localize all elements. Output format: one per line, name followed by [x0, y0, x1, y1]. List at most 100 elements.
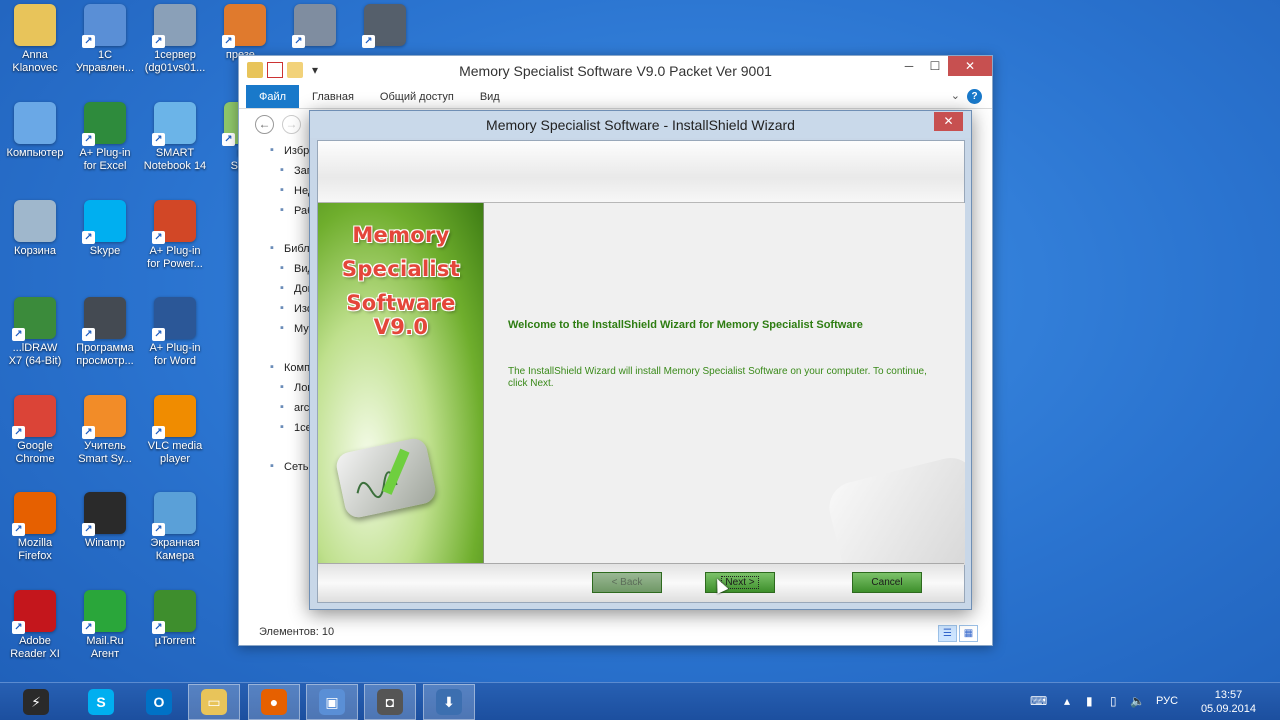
desktop-icon[interactable]: A+ Plug-in for Excel [70, 102, 140, 173]
computer-icon [14, 102, 56, 144]
network-icon: ▪ [270, 460, 274, 472]
nav-item-label: Избр [284, 144, 310, 157]
forward-arrow-icon[interactable]: → [282, 115, 301, 134]
installshield-wizard-dialog: Memory Specialist Software - InstallShie… [309, 110, 972, 610]
desktop-icon[interactable] [350, 4, 420, 49]
tab-view[interactable]: Вид [467, 85, 513, 108]
desktop-icon-label: Компьютер [6, 147, 64, 159]
tab-home[interactable]: Главная [299, 85, 367, 108]
desktop-icon[interactable]: Anna Klanovec [0, 4, 70, 75]
winamp-icon [82, 492, 126, 536]
desktop-icon[interactable]: Google Chrome [0, 395, 70, 466]
nav-item[interactable]: ▪ 1се [275, 421, 312, 434]
clock-date: 05.09.2014 [1200, 703, 1256, 715]
tab-file[interactable]: Файл [246, 85, 300, 108]
desktop-icon[interactable]: ...lDRAW X7 (64-Bit) [0, 297, 70, 368]
desktop-icon[interactable]: Программа просмотр... [70, 297, 140, 368]
cancel-button-label: Cancel [871, 577, 903, 588]
music-icon: ▪ [280, 322, 284, 334]
nav-item[interactable]: ▪ Му [275, 322, 309, 335]
taskbar-item[interactable]: ▣ [306, 684, 358, 720]
desktop-icon[interactable]: Winamp [70, 492, 140, 550]
details-view-icon[interactable]: ☰ [938, 625, 957, 642]
signal-icon[interactable]: ▮ [1086, 694, 1093, 708]
desktop-icon[interactable]: Компьютер [0, 102, 70, 160]
nav-item-label: Библ [284, 242, 310, 255]
desktop-icon[interactable]: SMART Notebook 14 [140, 102, 210, 173]
taskbar-item[interactable]: S [75, 684, 127, 720]
nav-item[interactable]: ▪ Сеть [265, 460, 308, 473]
user-folder-icon [14, 4, 56, 46]
keyboard-icon[interactable]: ⌨ [1030, 694, 1047, 708]
desktop-icon[interactable]: A+ Plug-in for Word [140, 297, 210, 368]
taskbar-item[interactable]: ● [248, 684, 300, 720]
taskbar-item[interactable]: ▭ [188, 684, 240, 720]
back-button-label: < Back [611, 577, 643, 588]
wizard-titlebar[interactable]: Memory Specialist Software - InstallShie… [310, 111, 971, 138]
desktop-icon[interactable]: A+ Plug-in for Power... [140, 200, 210, 271]
back-arrow-icon[interactable]: ← [255, 115, 274, 134]
utorrent-icon [152, 590, 196, 634]
videos-icon: ▪ [280, 262, 284, 274]
desktop-icon[interactable]: Mozilla Firefox [0, 492, 70, 563]
desktop-icon[interactable]: презе... [210, 4, 280, 62]
volume-icon[interactable]: 🔈 [1130, 694, 1145, 708]
desktop-icon[interactable]: 1С Управлен... [70, 4, 140, 75]
desktop-icon[interactable]: µTorrent [140, 590, 210, 648]
input-language[interactable]: РУС [1156, 695, 1178, 707]
nav-item[interactable]: ▪ Библ [265, 242, 310, 255]
chevron-down-icon[interactable]: ⌄ [951, 89, 960, 102]
desktop-icon[interactable]: VLC media player [140, 395, 210, 466]
desktop-icon-label: Учитель Smart Sy... [78, 440, 132, 465]
maximize-button[interactable]: ☐ [922, 56, 948, 76]
explorer-titlebar[interactable]: ▾ Memory Specialist Software V9.0 Packet… [239, 56, 992, 85]
screen-camera-icon [152, 492, 196, 536]
back-button[interactable]: < Back [592, 572, 662, 593]
clock[interactable]: 13:57 05.09.2014 [1201, 688, 1256, 716]
tab-share[interactable]: Общий доступ [367, 85, 467, 108]
desktop-icon[interactable]: Учитель Smart Sy... [70, 395, 140, 466]
excel-plugin-icon [82, 102, 126, 146]
desktop-icon[interactable]: Adobe Reader XI [0, 590, 70, 661]
nav-item[interactable]: ▪ Заг [275, 164, 311, 177]
nav-item[interactable]: ▪ Док [275, 282, 312, 295]
wizard-header [318, 141, 964, 203]
signature-pen-icon [334, 436, 438, 520]
desktop-icon[interactable]: Экранная Камера [140, 492, 210, 563]
desktop-icon-label: Экранная Камера [150, 537, 200, 562]
taskbar-item[interactable]: ⚡ [10, 684, 62, 720]
desktop-icon-label: ...lDRAW X7 (64-Bit) [8, 342, 62, 367]
nav-item[interactable]: ▪ Лок [275, 381, 312, 394]
taskbar-item[interactable]: ◘ [364, 684, 416, 720]
nav-item[interactable]: ▪ Комп [265, 361, 310, 374]
close-button[interactable]: ✕ [948, 56, 992, 76]
nav-item[interactable]: ▪ Избр [265, 144, 309, 157]
chevron-up-icon[interactable]: ▴ [1064, 694, 1070, 708]
desktop-icon[interactable]: 1сервер (dg01vs01... [140, 4, 210, 75]
nav-item[interactable]: ▪ Раб [275, 204, 313, 217]
nav-item[interactable]: ▪ arc [275, 401, 309, 414]
desktop-icon[interactable] [280, 4, 350, 49]
nav-item-label: Комп [284, 361, 311, 374]
taskbar-item[interactable]: ⬇ [423, 684, 475, 720]
nav-item[interactable]: ▪ Изо [275, 302, 313, 315]
welcome-heading: Welcome to the InstallShield Wizard for … [508, 319, 863, 331]
minimize-button[interactable]: ─ [896, 56, 922, 76]
desktop-icon-label: A+ Plug-in for Power... [147, 245, 203, 270]
chrome-icon [12, 395, 56, 439]
vlc-icon [152, 395, 196, 439]
help-icon[interactable]: ? [967, 89, 982, 104]
screen-camera-icon: ◘ [377, 689, 403, 715]
signature-watermark-icon [823, 452, 965, 565]
taskbar-item[interactable]: O [133, 684, 185, 720]
desktop-icon[interactable]: Mail.Ru Агент [70, 590, 140, 661]
cancel-button[interactable]: Cancel [852, 572, 922, 593]
large-icons-view-icon[interactable]: ▦ [959, 625, 978, 642]
system-tray: ⌨ ▴ ▮ ▯ 🔈 РУС 13:57 05.09.2014 [1020, 683, 1280, 720]
battery-icon[interactable]: ▯ [1110, 694, 1117, 708]
desktop-icon[interactable]: Корзина [0, 200, 70, 258]
desktop-icon[interactable]: Skype [70, 200, 140, 258]
pictures-icon: ▪ [280, 302, 284, 314]
wizard-close-button[interactable]: ✕ [934, 112, 963, 131]
desktop-icon-label: SMART Notebook 14 [143, 147, 207, 172]
